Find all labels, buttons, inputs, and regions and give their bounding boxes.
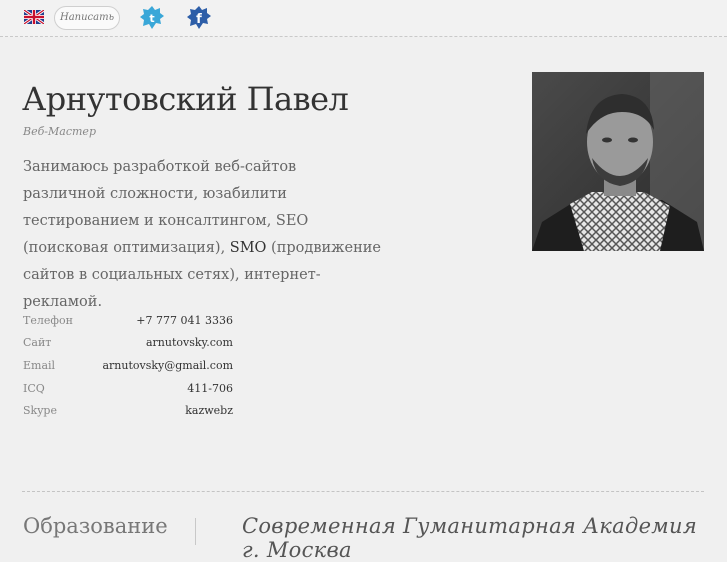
contact-label: ICQ xyxy=(23,381,45,395)
profile-photo-image xyxy=(532,72,704,251)
contacts-table: Телефон +7 777 041 3336 Сайт arnutovsky.… xyxy=(23,309,233,422)
svg-text:f: f xyxy=(196,12,202,27)
description-highlight: SMO xyxy=(229,240,267,256)
education-institution: Современная Гуманитарная Академия г. Мос… xyxy=(242,514,698,562)
write-button[interactable]: Написать xyxy=(54,6,120,30)
contact-value[interactable]: arnutovsky@gmail.com xyxy=(81,354,233,377)
contact-label: Email xyxy=(23,358,56,372)
contact-value: 411-706 xyxy=(187,381,233,395)
facebook-icon[interactable]: f xyxy=(186,5,212,31)
profile-name: Арнутовский Павел xyxy=(22,80,349,118)
profile-photo xyxy=(532,72,704,251)
contact-value: +7 777 041 3336 xyxy=(136,313,233,327)
contact-row: ICQ 411-706 xyxy=(23,377,233,400)
contact-label: Сайт xyxy=(23,336,52,350)
top-bar: Написать t f xyxy=(0,0,727,37)
section-divider xyxy=(22,491,704,492)
contact-row: Сайт arnutovsky.com xyxy=(23,332,233,355)
contact-row: Телефон +7 777 041 3336 xyxy=(23,309,233,332)
contact-value[interactable]: arnutovsky.com xyxy=(81,332,233,355)
contact-label: Skype xyxy=(23,404,57,418)
profile-role: Веб-Мастер xyxy=(23,125,96,138)
contact-row: Skype kazwebz xyxy=(23,399,233,422)
profile-description: Занимаюсь разработкой веб-сайтов различн… xyxy=(23,154,383,316)
twitter-icon[interactable]: t xyxy=(139,5,165,31)
education-section-title: Образование xyxy=(23,514,168,538)
vertical-divider xyxy=(195,518,196,545)
uk-flag-icon[interactable] xyxy=(24,10,44,24)
contact-row: Email arnutovsky@gmail.com xyxy=(23,354,233,377)
svg-text:t: t xyxy=(149,12,154,25)
contact-label: Телефон xyxy=(23,313,73,327)
contact-value: kazwebz xyxy=(185,404,233,418)
